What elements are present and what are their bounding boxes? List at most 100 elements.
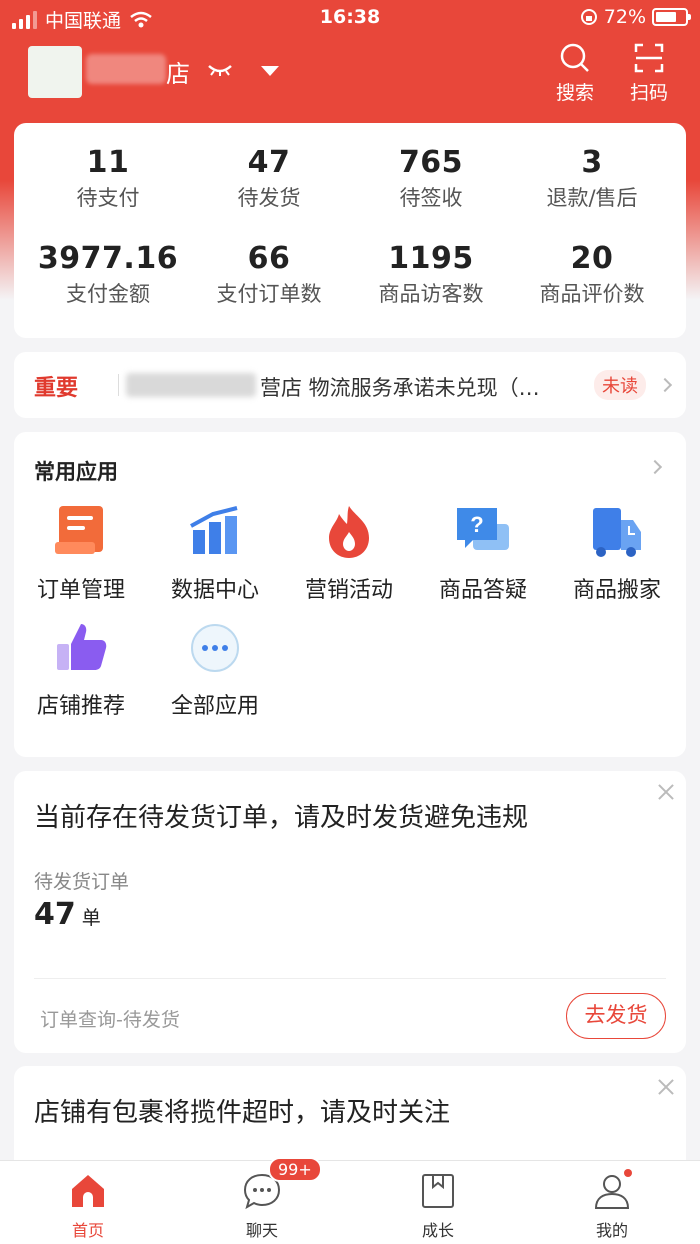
stats-card: 11 待支付 47 待发货 765 待签收 3 退款/售后 3977.16 支付… xyxy=(14,123,686,338)
app-label: 全部应用 xyxy=(170,694,259,719)
stat-label: 支付订单数 xyxy=(216,282,322,306)
stat-label: 退款/售后 xyxy=(546,186,638,210)
tab-label: 我的 xyxy=(595,1221,628,1240)
app-header: 店 搜索 扫码 xyxy=(0,36,700,120)
app-order-management[interactable]: 订单管理 xyxy=(14,502,148,604)
book-icon xyxy=(418,1171,458,1211)
more-icon xyxy=(185,618,245,678)
app-all-apps[interactable]: 全部应用 xyxy=(148,618,282,720)
stat-paid-orders[interactable]: 66 支付订单数 xyxy=(185,241,353,308)
stat-label: 待签收 xyxy=(399,186,463,210)
search-label: 搜索 xyxy=(555,82,594,104)
pending-shipment-alert: 当前存在待发货订单，请及时发货避免违规 待发货订单 47 单 订单查询-待发货 去… xyxy=(14,771,686,1053)
unread-count-badge: 99+ xyxy=(268,1157,322,1182)
fire-icon xyxy=(319,502,379,562)
stat-value: 11 xyxy=(86,145,130,180)
app-marketing[interactable]: 营销活动 xyxy=(282,502,416,604)
stat-value: 1195 xyxy=(388,241,474,276)
qa-icon: ? xyxy=(453,502,513,562)
tab-label: 成长 xyxy=(421,1221,454,1240)
order-query-link[interactable]: 订单查询-待发货 xyxy=(40,1005,180,1032)
common-apps-card: 常用应用 订单管理 数据中心 营销活动 ? 商品答疑 商品搬家 店铺推荐 全部应… xyxy=(14,432,686,757)
home-icon xyxy=(68,1171,108,1211)
divider xyxy=(118,374,119,396)
stat-value: 47 xyxy=(247,145,291,180)
tab-chat[interactable]: 99+ 聊天 xyxy=(212,1157,322,1241)
important-notice[interactable]: 重要 营店 物流服务承诺未兑现（… 未读 xyxy=(14,352,686,418)
tab-label: 聊天 xyxy=(245,1221,278,1240)
app-label: 商品搬家 xyxy=(572,578,661,603)
scan-label: 扫码 xyxy=(629,82,668,104)
chart-icon xyxy=(185,502,245,562)
svg-text:?: ? xyxy=(470,512,483,537)
stat-value: 20 xyxy=(570,241,614,276)
stat-product-visitors[interactable]: 1195 商品访客数 xyxy=(347,241,515,308)
ship-now-button[interactable]: 去发货 xyxy=(566,993,666,1039)
tab-growth[interactable]: 成长 xyxy=(388,1171,488,1241)
close-icon[interactable] xyxy=(657,783,675,801)
search-icon xyxy=(560,43,589,72)
chevron-right-icon xyxy=(657,377,673,393)
stat-refunds[interactable]: 3 退款/售后 xyxy=(508,145,676,212)
unread-badge: 未读 xyxy=(594,370,646,400)
status-right: 72% xyxy=(580,6,691,28)
rotation-lock-icon xyxy=(580,9,597,25)
app-product-move[interactable]: 商品搬家 xyxy=(550,502,684,604)
app-label: 数据中心 xyxy=(170,578,259,603)
notification-dot xyxy=(624,1169,632,1177)
bottom-tab-bar: 首页 99+ 聊天 成长 我的 xyxy=(0,1157,700,1244)
stat-pending-shipment[interactable]: 47 待发货 xyxy=(185,145,353,212)
stat-value: 3 xyxy=(581,145,603,180)
stat-label: 商品访客数 xyxy=(378,282,484,306)
notice-redacted xyxy=(126,373,256,397)
stat-label: 待发货 xyxy=(237,186,301,210)
app-label: 营销活动 xyxy=(304,578,393,603)
stat-label: 待支付 xyxy=(76,186,140,210)
alert-count: 47 单 xyxy=(34,897,101,932)
chat-icon: 99+ xyxy=(242,1157,322,1211)
stat-label: 商品评价数 xyxy=(539,282,645,306)
store-name-redacted xyxy=(86,54,166,84)
alert-title: 店铺有包裹将揽件超时，请及时关注 xyxy=(34,1098,451,1128)
alert-count-unit: 单 xyxy=(81,907,101,929)
tab-mine[interactable]: 我的 xyxy=(562,1169,662,1241)
app-product-qa[interactable]: ? 商品答疑 xyxy=(416,502,550,604)
alert-count-value: 47 xyxy=(34,897,76,932)
store-avatar[interactable] xyxy=(28,46,82,98)
divider xyxy=(34,978,666,979)
chevron-down-icon[interactable] xyxy=(261,66,279,76)
stat-pending-payment[interactable]: 11 待支付 xyxy=(24,145,192,212)
app-label: 订单管理 xyxy=(36,578,125,603)
app-label: 商品答疑 xyxy=(438,578,527,603)
app-data-center[interactable]: 数据中心 xyxy=(148,502,282,604)
stat-label: 支付金额 xyxy=(66,282,150,306)
search-button[interactable]: 搜索 xyxy=(545,42,605,105)
stat-pending-receipt[interactable]: 765 待签收 xyxy=(347,145,515,212)
order-icon xyxy=(51,502,111,562)
stat-value: 3977.16 xyxy=(37,241,179,276)
tab-home[interactable]: 首页 xyxy=(38,1171,138,1241)
thumbs-up-icon xyxy=(51,618,111,678)
stat-payment-amount[interactable]: 3977.16 支付金额 xyxy=(24,241,192,308)
notice-tag: 重要 xyxy=(34,376,79,401)
alert-title: 当前存在待发货订单，请及时发货避免违规 xyxy=(34,803,529,833)
stat-value: 66 xyxy=(247,241,291,276)
battery-icon xyxy=(652,8,691,26)
status-bar: 中国联通 16:38 72% xyxy=(0,0,700,36)
chevron-right-icon[interactable] xyxy=(647,459,663,475)
stat-value: 765 xyxy=(398,145,464,180)
tab-label: 首页 xyxy=(71,1221,104,1240)
app-label: 店铺推荐 xyxy=(36,694,125,719)
close-icon[interactable] xyxy=(657,1078,675,1096)
notice-text: 营店 物流服务承诺未兑现（… xyxy=(260,376,540,400)
store-name[interactable]: 店 xyxy=(166,54,190,89)
eye-closed-icon[interactable] xyxy=(206,60,234,80)
stat-product-reviews[interactable]: 20 商品评价数 xyxy=(508,241,676,308)
app-store-recommend[interactable]: 店铺推荐 xyxy=(14,618,148,720)
truck-icon xyxy=(587,502,647,562)
battery-percent: 72% xyxy=(603,6,646,28)
user-icon xyxy=(592,1169,632,1211)
section-title: 常用应用 xyxy=(34,460,118,484)
scan-button[interactable]: 扫码 xyxy=(619,42,679,105)
alert-sub-label: 待发货订单 xyxy=(34,871,130,893)
